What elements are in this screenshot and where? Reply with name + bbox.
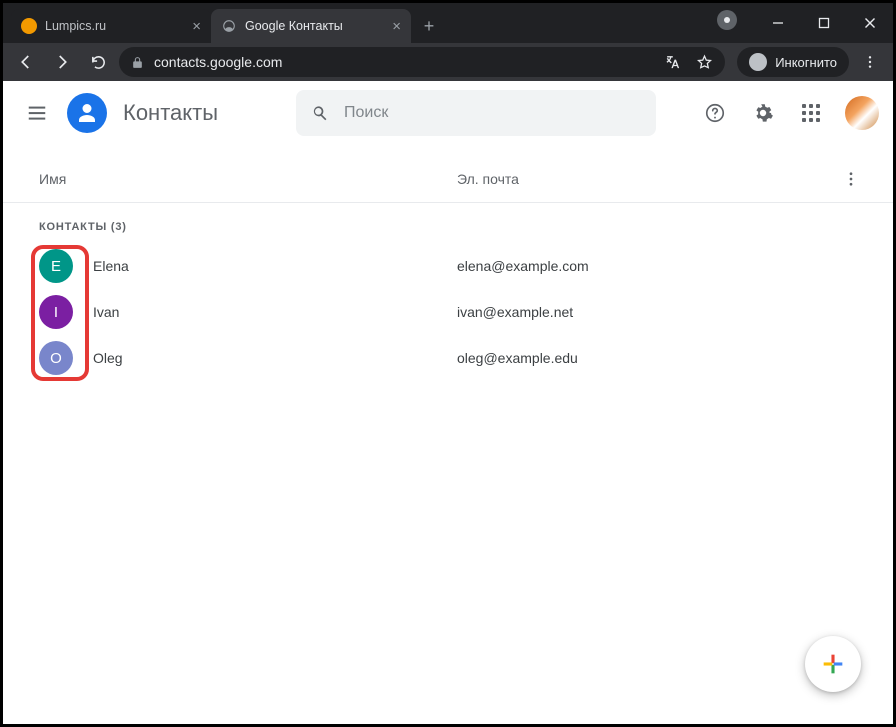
contact-email: elena@example.com: [457, 258, 893, 274]
column-header-name: Имя: [39, 171, 457, 187]
new-tab-button[interactable]: +: [415, 12, 443, 40]
incognito-badge[interactable]: Инкогнито: [737, 47, 849, 77]
contact-avatar: E: [39, 249, 73, 283]
section-heading: КОНТАКТЫ (3): [3, 203, 893, 243]
close-window-button[interactable]: [847, 7, 893, 39]
contact-email: oleg@example.edu: [457, 350, 893, 366]
contact-name: Oleg: [93, 350, 457, 366]
forward-button[interactable]: [47, 47, 77, 77]
tab-strip: Lumpics.ru × Google Контакты × +: [3, 3, 711, 43]
contact-email: ivan@example.net: [457, 304, 893, 320]
browser-menu-button[interactable]: [855, 54, 885, 70]
contact-name: Ivan: [93, 304, 457, 320]
window-controls: [711, 3, 893, 43]
app-title: Контакты: [123, 100, 218, 126]
close-icon[interactable]: ×: [192, 19, 201, 34]
back-button[interactable]: [11, 47, 41, 77]
reload-button[interactable]: [83, 47, 113, 77]
favicon-contacts: [221, 18, 237, 34]
search-box[interactable]: [296, 90, 656, 136]
settings-button[interactable]: [743, 93, 783, 133]
star-icon[interactable]: [696, 54, 713, 71]
tab-title: Google Контакты: [245, 19, 343, 33]
help-button[interactable]: [695, 93, 735, 133]
contact-avatar: O: [39, 341, 73, 375]
contacts-list: E Elena elena@example.com I Ivan ivan@ex…: [3, 243, 893, 381]
column-header-row: Имя Эл. почта: [3, 155, 893, 203]
search-input[interactable]: [344, 104, 642, 122]
create-contact-button[interactable]: [805, 636, 861, 692]
list-options-button[interactable]: [835, 163, 867, 195]
incognito-label: Инкогнито: [775, 55, 837, 70]
incognito-icon: [749, 53, 767, 71]
close-icon[interactable]: ×: [392, 19, 401, 34]
account-avatar[interactable]: [845, 96, 879, 130]
favicon-lumpics: [21, 18, 37, 34]
tab-lumpics[interactable]: Lumpics.ru ×: [11, 9, 211, 43]
app-header: Контакты: [3, 81, 893, 145]
contacts-logo-icon: [67, 93, 107, 133]
tab-google-contacts[interactable]: Google Контакты ×: [211, 9, 411, 43]
lock-icon: [131, 56, 144, 69]
tab-title: Lumpics.ru: [45, 19, 106, 33]
google-apps-button[interactable]: [791, 93, 831, 133]
titlebar: Lumpics.ru × Google Контакты × +: [3, 3, 893, 43]
address-bar: contacts.google.com Инкогнито: [3, 43, 893, 81]
omnibox[interactable]: contacts.google.com: [119, 47, 725, 77]
column-header-email: Эл. почта: [457, 171, 835, 187]
url-text: contacts.google.com: [154, 54, 282, 70]
browser-window: Lumpics.ru × Google Контакты × + c: [0, 0, 896, 727]
maximize-button[interactable]: [801, 7, 847, 39]
contacts-app: Контакты Имя Эл. почта КОНТАКТЫ (3) E El…: [3, 81, 893, 724]
contact-row[interactable]: I Ivan ivan@example.net: [3, 289, 893, 335]
contact-avatar: I: [39, 295, 73, 329]
search-icon: [310, 103, 330, 123]
contact-row[interactable]: E Elena elena@example.com: [3, 243, 893, 289]
translate-icon[interactable]: [665, 54, 682, 71]
contact-row[interactable]: O Oleg oleg@example.edu: [3, 335, 893, 381]
incognito-indicator-icon: [717, 10, 737, 30]
contact-name: Elena: [93, 258, 457, 274]
minimize-button[interactable]: [755, 7, 801, 39]
main-menu-button[interactable]: [17, 93, 57, 133]
